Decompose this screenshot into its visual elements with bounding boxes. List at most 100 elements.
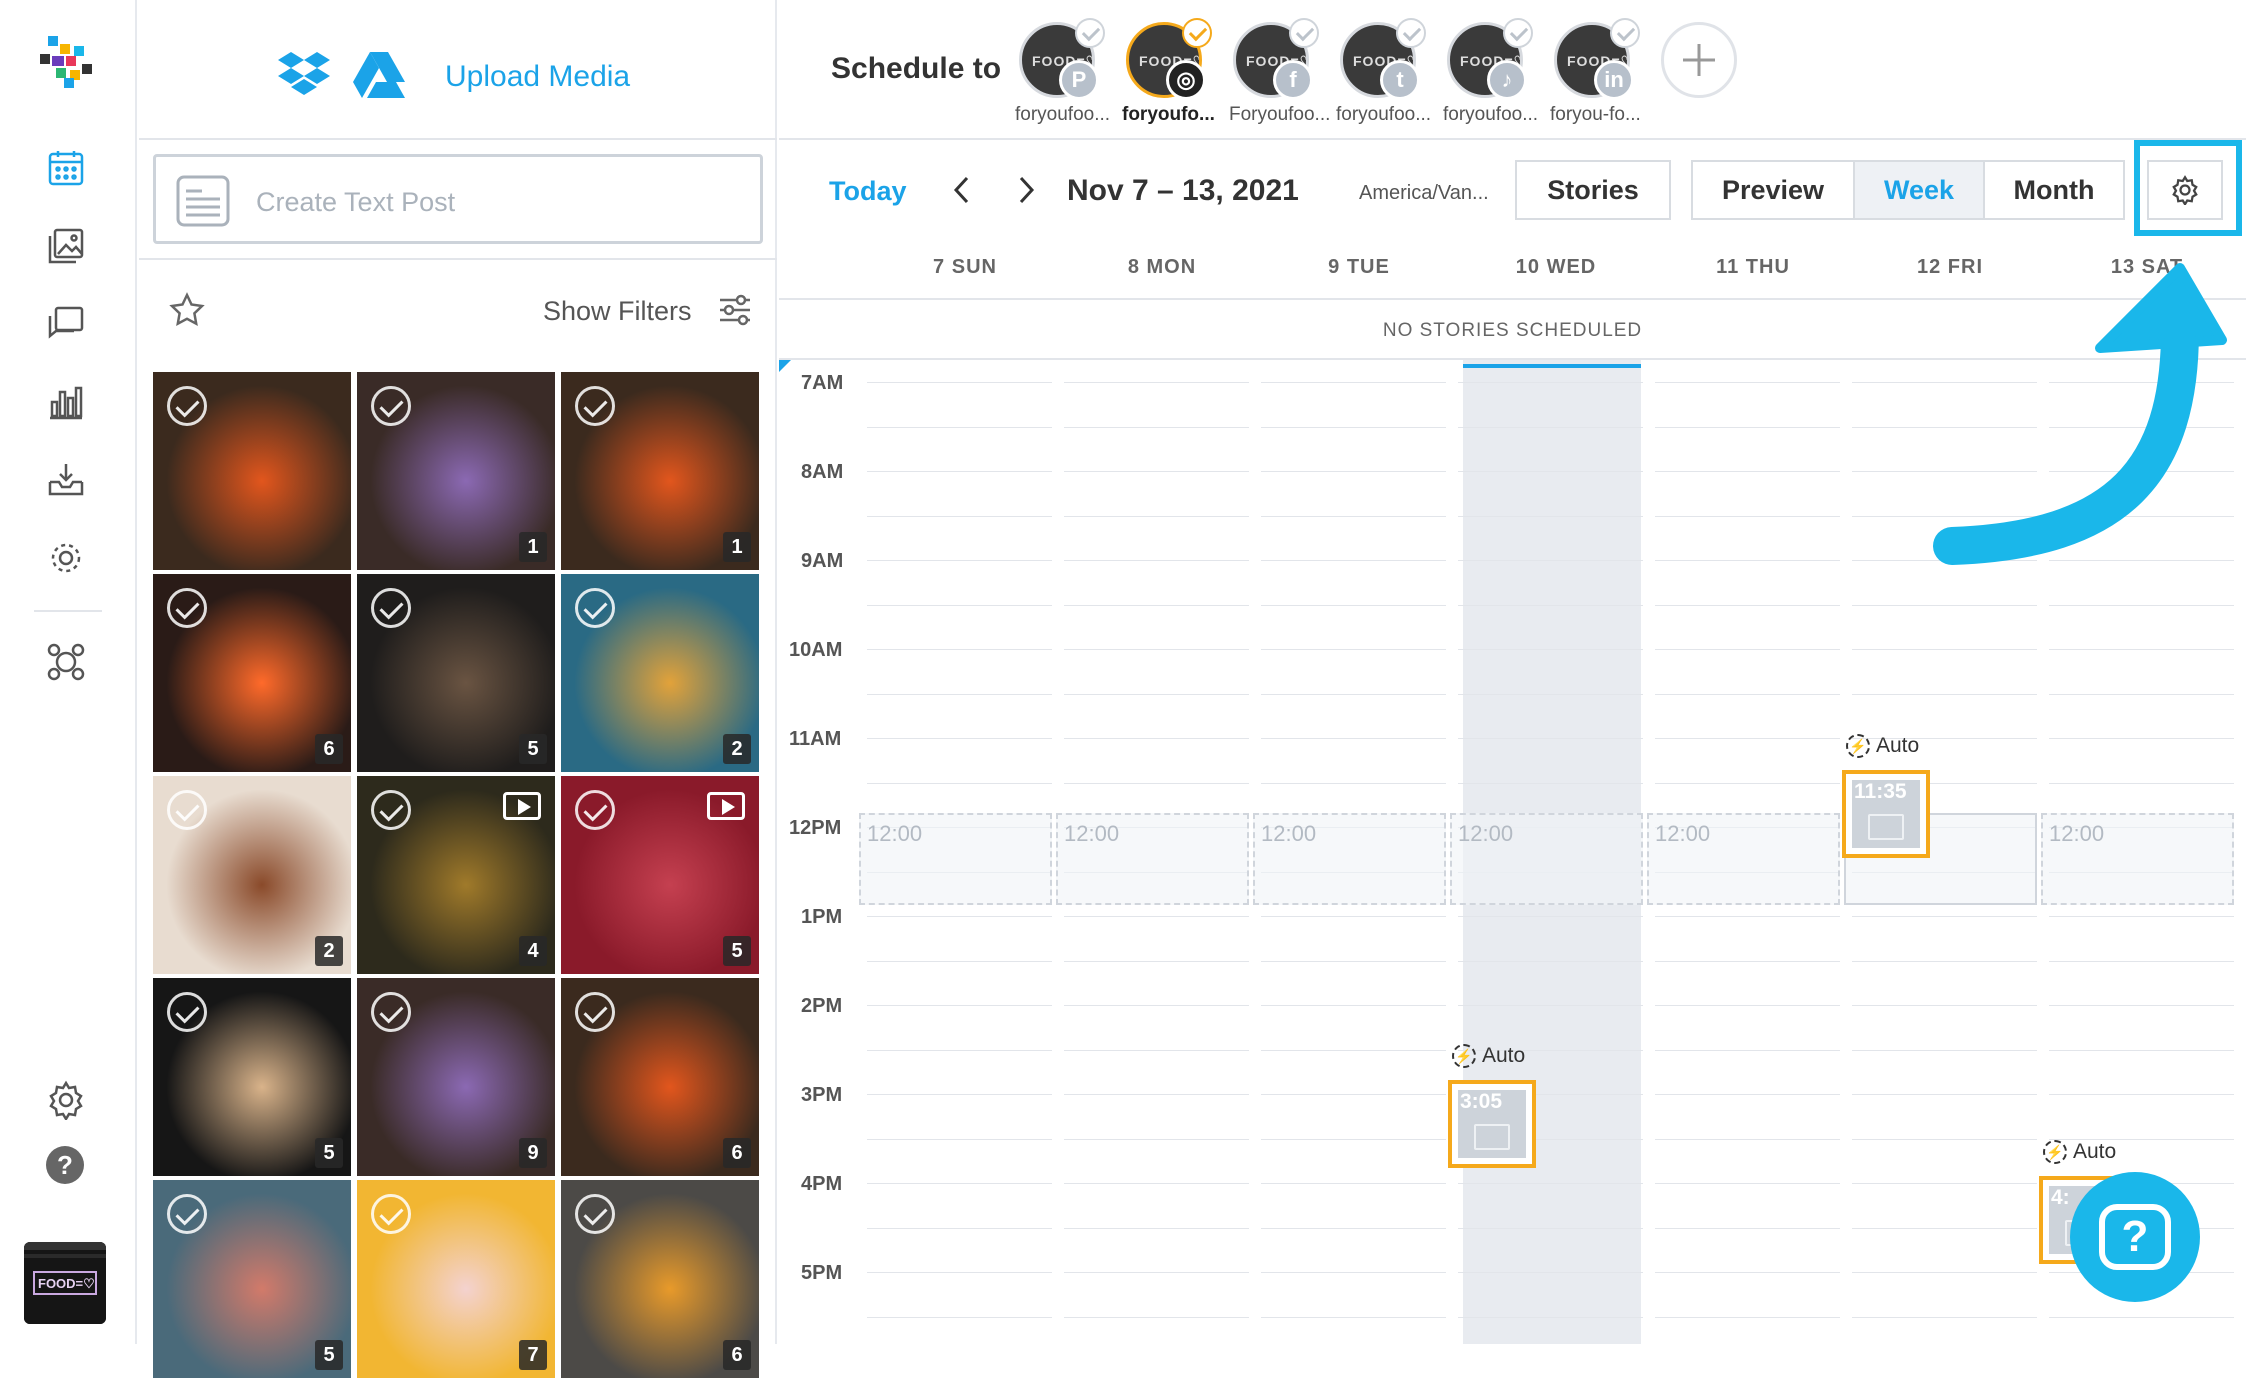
help-bubble-icon: ?	[2099, 1204, 2171, 1270]
week-view-button[interactable]: Week	[1853, 160, 1985, 220]
media-tile[interactable]: 6	[561, 1180, 759, 1378]
scheduled-post[interactable]: 11:35	[1842, 770, 1930, 858]
media-tile[interactable]: 4	[357, 776, 555, 974]
time-slot[interactable]: 12:00	[2041, 813, 2234, 905]
grid-line	[1655, 605, 1840, 606]
select-check-icon[interactable]	[167, 588, 207, 628]
select-check-icon[interactable]	[371, 1194, 411, 1234]
auto-text: Auto	[1482, 1044, 1526, 1067]
filter-sliders-icon[interactable]	[717, 292, 753, 333]
grid-line	[2049, 961, 2234, 962]
star-icon[interactable]	[169, 292, 205, 333]
media-tile[interactable]: 5	[153, 978, 351, 1176]
analytics-icon[interactable]	[44, 380, 88, 424]
time-slot[interactable]: 12:00	[1450, 813, 1643, 905]
grid-line	[1261, 1050, 1446, 1051]
select-check-icon[interactable]	[575, 1194, 615, 1234]
chevron-right-icon[interactable]	[1011, 172, 1041, 208]
media-tile[interactable]: 5	[561, 776, 759, 974]
select-check-icon[interactable]	[371, 386, 411, 426]
select-check-icon[interactable]	[575, 992, 615, 1032]
stories-button[interactable]: Stories	[1515, 160, 1671, 220]
help-icon[interactable]: ?	[46, 1146, 84, 1184]
dropbox-icon[interactable]	[277, 52, 331, 103]
account-check-icon[interactable]	[1289, 18, 1319, 48]
listening-icon[interactable]	[44, 536, 88, 580]
grid-line	[1655, 1183, 1840, 1184]
usage-count-badge: 6	[723, 1138, 751, 1168]
grid-line	[1261, 516, 1446, 517]
grid-line	[2049, 516, 2234, 517]
select-check-icon[interactable]	[575, 790, 615, 830]
account-name: Foryoufoo...	[1229, 104, 1331, 125]
slot-time-label: 12:00	[867, 821, 923, 846]
rail-divider	[34, 610, 102, 612]
help-chat-button[interactable]: ?	[2070, 1172, 2200, 1302]
media-tile[interactable]: 7	[357, 1180, 555, 1378]
media-tile[interactable]: 9	[357, 978, 555, 1176]
media-tile[interactable]: 6	[153, 574, 351, 772]
auto-bolt-icon: ⚡	[2043, 1140, 2067, 1164]
upload-media-link[interactable]: Upload Media	[445, 60, 630, 94]
select-check-icon[interactable]	[371, 790, 411, 830]
media-tile[interactable]: 5	[357, 574, 555, 772]
select-check-icon[interactable]	[371, 588, 411, 628]
show-filters-button[interactable]: Show Filters	[543, 296, 692, 327]
add-account-button[interactable]	[1661, 22, 1737, 98]
grid-line	[1852, 427, 2037, 428]
month-view-button[interactable]: Month	[1985, 160, 2125, 220]
time-slot[interactable]: 12:00	[1647, 813, 1840, 905]
slot-time-label: 12:00	[1458, 821, 1514, 846]
account-check-icon[interactable]	[1610, 18, 1640, 48]
select-check-icon[interactable]	[167, 386, 207, 426]
select-check-icon[interactable]	[167, 790, 207, 830]
select-check-icon[interactable]	[575, 588, 615, 628]
settings-gear-icon[interactable]	[44, 1078, 88, 1122]
media-tile[interactable]: 1	[357, 372, 555, 570]
media-tile[interactable]: 6	[561, 978, 759, 1176]
auto-schedule-label: ⚡ Auto	[1846, 734, 1919, 758]
grid-line	[1458, 916, 1643, 917]
account-check-icon[interactable]	[1503, 18, 1533, 48]
account-name: foryou-fo...	[1550, 104, 1641, 125]
grid-line	[1852, 1005, 2037, 1006]
select-check-icon[interactable]	[575, 386, 615, 426]
grid-line	[2049, 649, 2234, 650]
media-tile[interactable]	[153, 372, 351, 570]
user-avatar[interactable]: FOOD=♡	[24, 1242, 106, 1324]
create-text-post-button[interactable]: Create Text Post	[153, 154, 763, 244]
time-slot[interactable]: 12:00	[859, 813, 1052, 905]
media-library-icon[interactable]	[44, 224, 88, 268]
grid-line	[1852, 916, 2037, 917]
app-logo[interactable]	[34, 34, 102, 90]
grid-line	[1261, 1183, 1446, 1184]
calendar-icon[interactable]	[44, 146, 88, 190]
media-tile[interactable]: 5	[153, 1180, 351, 1378]
preview-button[interactable]: Preview	[1691, 160, 1853, 220]
select-check-icon[interactable]	[371, 992, 411, 1032]
select-check-icon[interactable]	[167, 1194, 207, 1234]
account-check-icon[interactable]	[1182, 18, 1212, 48]
inbox-download-icon[interactable]	[44, 458, 88, 502]
media-tile[interactable]: 1	[561, 372, 759, 570]
network-badge-icon: in	[1594, 60, 1634, 100]
timezone-selector[interactable]: America/Van...	[1359, 182, 1489, 205]
media-tile[interactable]: 2	[561, 574, 759, 772]
grid-line	[1458, 427, 1643, 428]
grid-line	[1458, 516, 1643, 517]
conversations-icon[interactable]	[44, 302, 88, 346]
integrations-icon[interactable]	[44, 640, 88, 684]
auto-bolt-icon: ⚡	[1846, 734, 1870, 758]
time-slot[interactable]: 12:00	[1056, 813, 1249, 905]
scheduled-post[interactable]: 3:05	[1448, 1080, 1536, 1168]
account-check-icon[interactable]	[1396, 18, 1426, 48]
select-check-icon[interactable]	[167, 992, 207, 1032]
time-slot[interactable]: 12:00	[1253, 813, 1446, 905]
account-check-icon[interactable]	[1075, 18, 1105, 48]
network-badge-icon: t	[1380, 60, 1420, 100]
today-button[interactable]: Today	[829, 176, 907, 207]
chevron-left-icon[interactable]	[947, 172, 977, 208]
media-tile[interactable]: 2	[153, 776, 351, 974]
usage-count-badge: 2	[315, 936, 343, 966]
google-drive-icon[interactable]	[353, 52, 405, 103]
